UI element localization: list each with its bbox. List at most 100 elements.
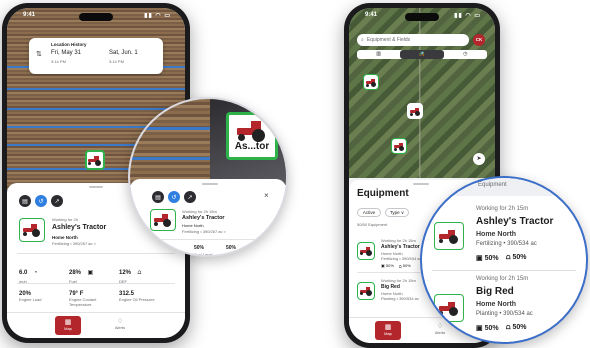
locate-icon[interactable]: ➤ <box>473 153 485 165</box>
detail-tractor-thumb <box>19 218 45 242</box>
dynamic-island <box>79 13 113 21</box>
def-icon: ⩍ <box>506 324 511 331</box>
status-time: 9:41 <box>365 12 378 18</box>
tractor-icon <box>23 224 41 237</box>
layers-icon[interactable]: ▤ <box>152 191 164 203</box>
metric-fuel-label: Fuel Level <box>194 252 213 257</box>
map-mode-fields[interactable]: ▥ <box>357 50 400 59</box>
tab-alerts[interactable]: ♢ Alerts <box>107 317 133 330</box>
swap-icon[interactable]: ⇅ <box>36 50 42 58</box>
list-thumb <box>357 282 375 300</box>
detail-working: Working for 2h 15m <box>182 209 217 214</box>
metric-fuel: 28% ▣ Fuel <box>69 261 109 284</box>
metric-speed-value: 6.0 <box>19 270 28 276</box>
tab-bar: ▦ Map ♢ Alerts <box>7 312 185 338</box>
metric-oil-label: Engine Oil Pressure <box>119 297 155 302</box>
layers-icon[interactable]: ▤ <box>19 195 31 207</box>
dynamic-island <box>405 13 439 21</box>
tab-map-label: Map <box>64 326 72 331</box>
tractor-icon <box>237 120 267 142</box>
avatar[interactable]: CK <box>473 34 485 46</box>
detail-name: Ashley's Tractor <box>52 224 107 231</box>
list-name: Ashley's Tractor <box>381 244 420 250</box>
metric-coolant-label: Engine Coolant Temperature <box>69 297 97 307</box>
list-fuel: ▣ 50% <box>476 324 499 332</box>
list-fuel: ▣ 50% <box>381 263 394 268</box>
list-fuel: ▣ 50% <box>476 254 499 262</box>
tractor-icon <box>365 78 377 87</box>
list-def-value: 50% <box>512 254 527 261</box>
list-task: Planting • 390/534 ac <box>476 311 533 317</box>
sheet-grabber[interactable] <box>89 186 103 188</box>
filter-active[interactable]: Active <box>357 208 381 217</box>
list-location: Home North <box>476 231 517 238</box>
map-tractor-marker[interactable] <box>363 74 379 90</box>
history-icon[interactable]: ↺ <box>168 191 180 203</box>
search-bar[interactable]: ⌕ Equipment & Fields <box>357 34 469 46</box>
detail-task[interactable]: Fertilizing • 390/267 ac > <box>52 241 96 246</box>
share-icon[interactable]: ↗ <box>184 191 196 203</box>
magnified-marker-label: As...tor <box>234 140 270 152</box>
detail-location: Home North <box>182 223 204 228</box>
tractor-icon <box>360 247 372 256</box>
sheet-title: Equipment <box>357 188 409 199</box>
location-history-card[interactable]: Location History ⇅ Fri, May 31 3:14 PM S… <box>29 38 163 74</box>
def-icon: ⩍ <box>399 263 402 268</box>
filter-type[interactable]: Type ∨ <box>385 208 409 217</box>
tab-map[interactable]: ▦ Map <box>55 316 81 335</box>
list-name: Big Red <box>381 284 400 290</box>
list-item[interactable]: Working for 2h 15m Big Red Home North Pl… <box>434 274 584 342</box>
list-def-value: 50% <box>402 263 411 268</box>
from-date[interactable]: Fri, May 31 <box>51 50 81 56</box>
share-icon[interactable]: ↗ <box>51 195 63 207</box>
status-time: 9:41 <box>23 12 36 18</box>
metric-def: 12% ⩍ DEF <box>119 261 159 284</box>
list-item[interactable]: Working for 2h 15m Ashley's Tractor Home… <box>434 204 584 274</box>
list-def: ⩍ 50% <box>399 263 411 268</box>
metric-engine-load: 20% Engine Load <box>19 291 64 302</box>
map-tractor-marker[interactable] <box>407 103 423 119</box>
map-tractor-marker[interactable] <box>391 138 407 154</box>
list-thumb <box>434 222 464 250</box>
divider <box>144 239 272 240</box>
detail-task[interactable]: Fertilizing • 390/267 ac > <box>182 229 226 234</box>
list-working: Working for 2h 15m <box>381 278 416 283</box>
to-date[interactable]: Sat, Jun. 1 <box>109 50 138 56</box>
list-name: Big Red <box>476 286 514 297</box>
location-history-title: Location History <box>51 42 87 47</box>
tractor-icon <box>439 229 459 244</box>
close-icon[interactable]: × <box>264 191 269 200</box>
tractor-marker[interactable] <box>85 150 105 170</box>
map-icon: ▦ <box>384 324 392 331</box>
metric-coolant: 79° F Engine Coolant Temperature <box>69 291 114 307</box>
fuel-icon: ▣ <box>87 270 94 276</box>
fuel-icon: ▣ <box>476 255 483 262</box>
list-working: Working for 2h 15m <box>476 206 529 212</box>
detail-tractor-thumb <box>150 209 176 231</box>
divider <box>17 283 175 284</box>
left-magnifier: As...tor ▤ ↺ ↗ × Working for 2h 15m Ashl… <box>128 97 288 257</box>
search-icon: ⌕ <box>361 37 364 43</box>
right-magnifier: Equipment Working for 2h 15m Ashley's Tr… <box>420 176 588 344</box>
magnified-tractor-marker[interactable]: As...tor <box>226 112 278 160</box>
list-working: Working for 2h 15m <box>381 238 416 243</box>
list-fuel-value: 50% <box>385 263 394 268</box>
list-task: Planting • 390/534 ac <box>381 296 419 301</box>
map-mode-other[interactable]: ◷ <box>444 50 487 59</box>
tab-map-label: Map <box>384 331 392 336</box>
list-task: Fertilizing • 390/534 ac <box>476 241 537 247</box>
magnified-sheet: ▤ ↺ ↗ × Working for 2h 15m Ashley's Trac… <box>130 179 286 255</box>
search-placeholder: Equipment & Fields <box>366 37 411 43</box>
stage: 9:41 ▮▮ ◠ ▭ Location History ⇅ Fri, May … <box>0 0 590 348</box>
map-mode-equipment[interactable]: 🚜 <box>400 50 444 59</box>
magnified-header: Equipment <box>478 182 507 188</box>
history-icon[interactable]: ↺ <box>35 195 47 207</box>
tractor-icon <box>439 301 459 316</box>
metric-fuel-value: 28% <box>69 270 82 276</box>
sheet-grabber[interactable] <box>202 183 218 185</box>
list-thumb <box>434 294 464 322</box>
list-task: Fertilizing • 390/534 ac <box>381 256 422 261</box>
list-thumb <box>357 242 375 260</box>
tab-map[interactable]: ▦ Map <box>375 321 401 340</box>
metric-def-label: DEF <box>226 252 234 257</box>
